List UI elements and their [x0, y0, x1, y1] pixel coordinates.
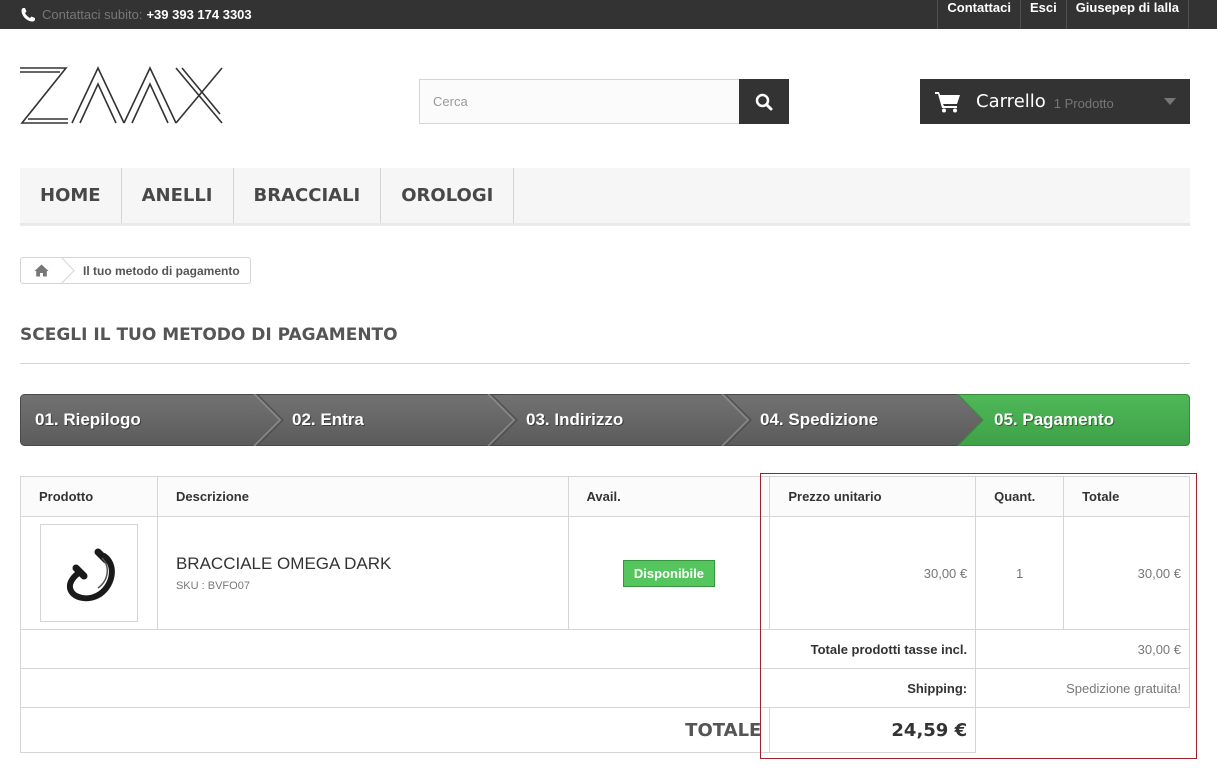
quantity: 1: [975, 516, 1065, 630]
menu-item-home[interactable]: HOME: [20, 168, 122, 223]
product-sku: SKU : BVFO07: [175, 580, 250, 592]
cart-button[interactable]: Carrello 1 Prodotto: [920, 79, 1190, 124]
phone-icon: [21, 7, 35, 21]
chevron-down-icon: [1164, 98, 1176, 105]
menu-item-orologi[interactable]: OROLOGI: [381, 168, 515, 223]
column-header-description: Descrizione: [156, 476, 569, 517]
column-header-availability: Avail.: [567, 476, 771, 517]
step-riepilogo[interactable]: 01. Riepilogo: [35, 394, 141, 446]
total-row: TOTALE 24,59 €: [19, 707, 1190, 753]
table-row: BRACCIALE OMEGA DARK SKU : BVFO07 Dispon…: [20, 516, 1190, 630]
subtotal-row: Totale prodotti tasse incl. 30,00 €: [19, 629, 1190, 669]
product-thumbnail[interactable]: [40, 524, 138, 622]
search-form: [419, 79, 789, 124]
search-button[interactable]: [739, 79, 789, 124]
cart-summary-table: Prodotto Descrizione Avail. Prezzo unita…: [19, 476, 1190, 753]
menu-item-bracciali[interactable]: BRACCIALI: [234, 168, 382, 223]
bracelet-image: [66, 548, 115, 602]
breadcrumb-home[interactable]: [21, 257, 75, 284]
total-empty-cell: [976, 708, 1190, 753]
contact-label: Contattaci subito:: [42, 7, 143, 22]
product-total: 30,00 €: [1063, 516, 1190, 630]
top-bar: Contattaci subito: +39 393 174 3303 Cont…: [0, 0, 1217, 29]
menu-item-anelli[interactable]: ANELLI: [122, 168, 234, 223]
subtotal-value: 30,00 €: [975, 629, 1190, 669]
account-link[interactable]: Giusepep di lalla: [1065, 0, 1189, 29]
breadcrumb: Il tuo metodo di pagamento: [20, 257, 251, 284]
breadcrumb-current: Il tuo metodo di pagamento: [83, 263, 240, 278]
main-menu: HOME ANELLI BRACCIALI OROLOGI: [20, 168, 1190, 226]
product-image-cell: [20, 516, 158, 630]
step-pagamento: 05. Pagamento: [994, 410, 1114, 429]
column-header-total: Totale: [1063, 476, 1190, 517]
subtotal-label: Totale prodotti tasse incl.: [19, 629, 977, 669]
column-header-unit-price: Prezzo unitario: [769, 476, 977, 517]
column-header-product: Prodotto: [20, 476, 158, 517]
step-entra[interactable]: 02. Entra: [292, 394, 364, 446]
total-label: TOTALE: [19, 707, 771, 753]
page-title: SCEGLI IL TUO METODO DI PAGAMENTO: [20, 325, 1190, 364]
table-header-row: Prodotto Descrizione Avail. Prezzo unita…: [20, 476, 1190, 517]
cart-icon: [935, 91, 960, 112]
column-header-quantity: Quant.: [975, 476, 1065, 517]
home-icon: [34, 264, 48, 277]
search-icon: [755, 93, 773, 110]
shipping-value: Spedizione gratuita!: [975, 668, 1190, 708]
cart-title: Carrello: [976, 91, 1046, 112]
zaax-logo: [20, 66, 223, 124]
contact-info: Contattaci subito: +39 393 174 3303: [20, 0, 252, 29]
top-links: Contattaci Esci Giusepep di lalla: [937, 0, 1189, 29]
search-input[interactable]: [419, 79, 739, 124]
site-logo[interactable]: [20, 66, 224, 126]
product-description-cell: BRACCIALE OMEGA DARK SKU : BVFO07: [156, 516, 569, 630]
logout-link[interactable]: Esci: [1019, 0, 1066, 29]
step-spedizione[interactable]: 04. Spedizione: [760, 394, 878, 446]
availability-cell: Disponibile: [567, 516, 771, 630]
breadcrumb-separator: [61, 257, 75, 284]
unit-price: 30,00 €: [769, 516, 977, 630]
total-value: 24,59 €: [769, 707, 977, 753]
availability-badge: Disponibile: [622, 559, 715, 587]
product-name[interactable]: BRACCIALE OMEGA DARK: [158, 554, 568, 574]
step-indirizzo[interactable]: 03. Indirizzo: [526, 394, 623, 446]
shipping-label: Shipping:: [19, 668, 977, 708]
contact-link[interactable]: Contattaci: [937, 0, 1020, 29]
shipping-row: Shipping: Spedizione gratuita!: [19, 668, 1190, 708]
checkout-steps: 01. Riepilogo 02. Entra 03. Indirizzo 04…: [20, 394, 1190, 446]
cart-count: 1 Prodotto: [1053, 95, 1114, 111]
phone-number: +39 393 174 3303: [146, 7, 252, 22]
